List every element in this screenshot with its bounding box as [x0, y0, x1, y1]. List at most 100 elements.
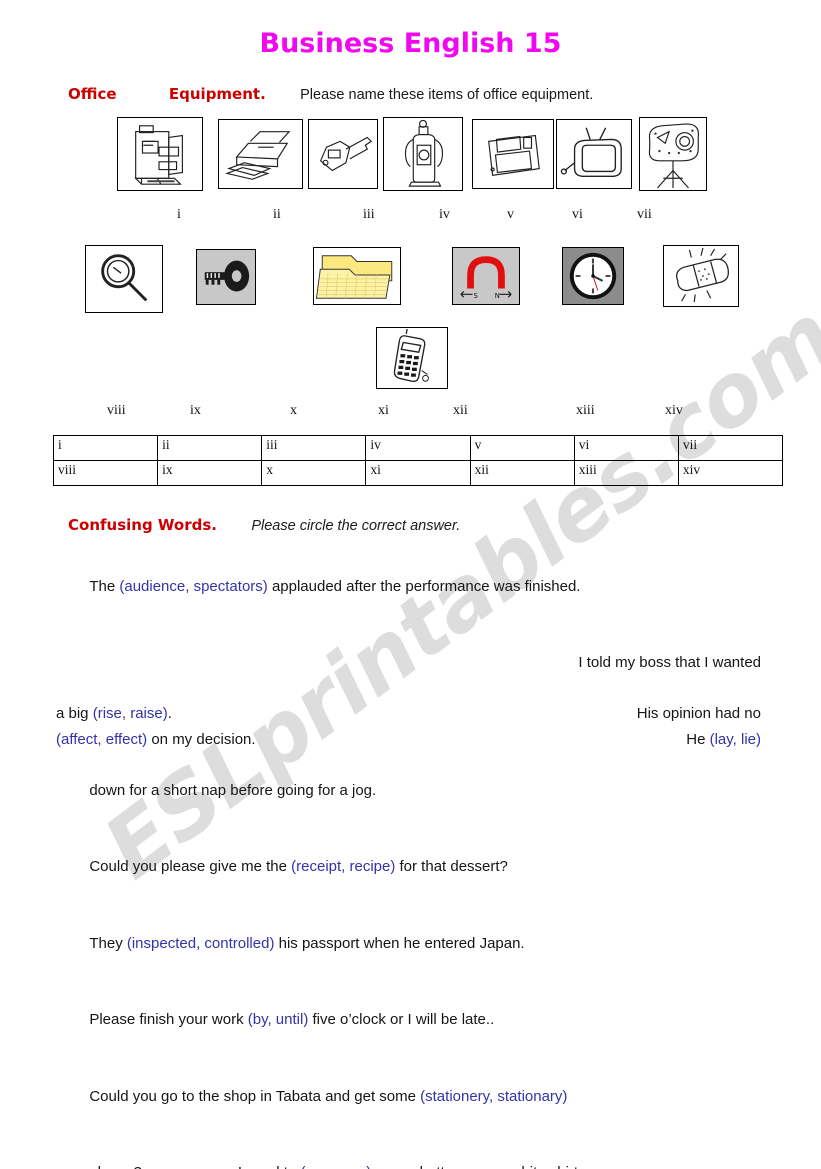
cw-line-3: a big (rise, raise). His opinion had no: [56, 701, 761, 727]
image-television: [556, 119, 632, 189]
cw-3-left: a big (rise, raise).: [56, 701, 172, 727]
numeral-vi: vi: [572, 207, 583, 222]
answer-cell-vi[interactable]: vi: [573, 435, 679, 461]
image-fire-extinguisher: [383, 117, 463, 191]
answer-cell-vii[interactable]: vii: [677, 435, 784, 461]
cw-8-choice[interactable]: (by, until): [248, 1011, 309, 1028]
numeral-x: x: [290, 403, 297, 418]
cw-10-mid-choice[interactable]: (sew, sow): [300, 1164, 371, 1169]
picture-row-3: [0, 327, 821, 389]
section1-label-equipment: Equipment.: [168, 85, 266, 103]
cw-line-6: Could you please give me the (receipt, r…: [56, 829, 761, 906]
answer-cell-iii[interactable]: iii: [261, 435, 367, 461]
cw-6-choice[interactable]: (receipt, recipe): [291, 858, 395, 875]
numeral-xiv: xiv: [665, 403, 683, 418]
cw-line-7: They (inspected, controlled) his passpor…: [56, 905, 761, 982]
cw-2-text: I told my boss that I wanted: [578, 654, 761, 671]
cw-6-post: for that dessert?: [395, 858, 508, 875]
answer-cell-xiii[interactable]: xiii: [573, 460, 679, 486]
cw-10-mid-pre: I need to: [238, 1164, 301, 1169]
cw-line-4: (affect, effect) on my decision. He (lay…: [56, 727, 761, 753]
answer-cell-iv[interactable]: iv: [365, 435, 471, 461]
cw-line-10: please? I need to (sew, sow) a new button…: [56, 1135, 761, 1169]
cw-3-right: His opinion had no: [636, 705, 761, 722]
cw-4-tail-choice[interactable]: (lay, lie): [710, 731, 761, 748]
image-projector-tripod: [639, 117, 707, 191]
answer-cell-ix[interactable]: ix: [157, 460, 263, 486]
answer-cell-xii[interactable]: xii: [469, 460, 575, 486]
numeral-ix: ix: [190, 403, 201, 418]
image-mobile-phone: [376, 327, 448, 389]
image-magnet: S N: [452, 247, 520, 305]
table-row: i ii iii iv v vi vii: [52, 435, 784, 461]
cw-3-choice[interactable]: (rise, raise): [93, 705, 168, 722]
cw-4-left: (affect, effect) on my decision.: [56, 727, 256, 753]
answer-cell-xi[interactable]: xi: [365, 460, 471, 486]
cw-4-tail-pre: He: [686, 730, 710, 748]
svg-text:N: N: [495, 292, 500, 300]
image-magnifying-glass: [85, 245, 163, 313]
picture-row-1: [0, 117, 821, 199]
section2-instruction: Please circle the correct answer.: [251, 518, 461, 534]
cw-9-choice[interactable]: (stationery, stationary): [420, 1088, 567, 1105]
cw-4-right: He (lay, lie): [686, 727, 761, 753]
image-folders: [313, 247, 401, 305]
cw-line-2: I told my boss that I wanted: [56, 625, 761, 702]
numeral-i: i: [177, 207, 181, 222]
cw-line-8: Please finish your work (by, until) five…: [56, 982, 761, 1059]
answer-cell-x[interactable]: x: [261, 460, 367, 486]
answer-table: i ii iii iv v vi vii viii ix x xi xii xi…: [52, 435, 784, 486]
cw-9-pre: Could you go to the shop in Tabata and g…: [89, 1087, 421, 1105]
numeral-vii: vii: [637, 207, 652, 222]
numeral-xiii: xiii: [576, 403, 595, 418]
cw-7-post: his passport when he entered Japan.: [274, 934, 525, 952]
worksheet-page: ESLprintables.com Business English 15 Of…: [0, 0, 821, 1169]
cw-6-pre: Could you please give me the: [89, 858, 292, 875]
cw-4-choice[interactable]: (affect, effect): [56, 731, 147, 748]
image-key: [196, 249, 256, 305]
section-office-equipment-header: Office Equipment. Please name these item…: [0, 85, 821, 103]
table-row: viii ix x xi xii xiii xiv: [52, 460, 784, 486]
cw-1-pre: The: [89, 577, 120, 595]
page-title: Business English 15: [259, 28, 562, 59]
cw-10-pre: please?: [89, 1164, 142, 1169]
cw-7-pre: They: [89, 934, 127, 952]
numeral-iii: iii: [363, 207, 375, 222]
cw-4-post: on my decision.: [147, 730, 256, 748]
cw-line-9: Could you go to the shop in Tabata and g…: [56, 1058, 761, 1135]
image-floppy-disk: [472, 119, 554, 189]
cw-1-post: applauded after the performance was fini…: [267, 577, 581, 595]
picture-row-2: S N: [0, 245, 821, 319]
answer-cell-viii[interactable]: viii: [52, 460, 159, 486]
image-photocopier: [117, 117, 203, 191]
numeral-xi: xi: [378, 403, 389, 418]
numeral-ii: ii: [273, 207, 281, 222]
numeral-xii: xii: [453, 403, 468, 418]
answer-cell-ii[interactable]: ii: [157, 435, 263, 461]
image-printer: [218, 119, 303, 189]
cw-8-post: five o’clock or I will be late..: [308, 1011, 495, 1028]
section1-instruction: Please name these items of office equipm…: [300, 87, 594, 103]
image-bandage: [663, 245, 739, 307]
cw-8-pre: Please finish your work: [89, 1011, 248, 1028]
image-key-fob: [308, 119, 378, 189]
numeral-viii: viii: [107, 403, 126, 418]
answer-cell-xiv[interactable]: xiv: [677, 460, 784, 486]
answer-cell-i[interactable]: i: [52, 435, 159, 461]
numeral-v: v: [507, 207, 514, 222]
worksheet-content: Business English 15 Office Equipment. Pl…: [0, 0, 821, 1169]
svg-text:S: S: [473, 292, 477, 300]
section1-label-office: Office: [68, 85, 117, 103]
confusing-words-body: The (audience, spectators) applauded aft…: [0, 548, 821, 1169]
section2-label: Confusing Words.: [68, 516, 217, 534]
section-confusing-words-header: Confusing Words. Please circle the corre…: [0, 516, 821, 534]
cw-3-pre: a big: [56, 705, 93, 722]
cw-10-mid-post: a new button on my white shirt.: [371, 1164, 582, 1169]
cw-5-text: down for a short nap before going for a …: [89, 781, 377, 799]
cw-7-choice[interactable]: (inspected, controlled): [127, 935, 275, 952]
numeral-iv: iv: [439, 207, 450, 222]
image-clock: [562, 247, 624, 305]
numeral-row-2: viii ix x xi xii xiii xiv: [0, 403, 821, 425]
answer-cell-v[interactable]: v: [469, 435, 575, 461]
cw-1-choice[interactable]: (audience, spectators): [119, 578, 267, 595]
